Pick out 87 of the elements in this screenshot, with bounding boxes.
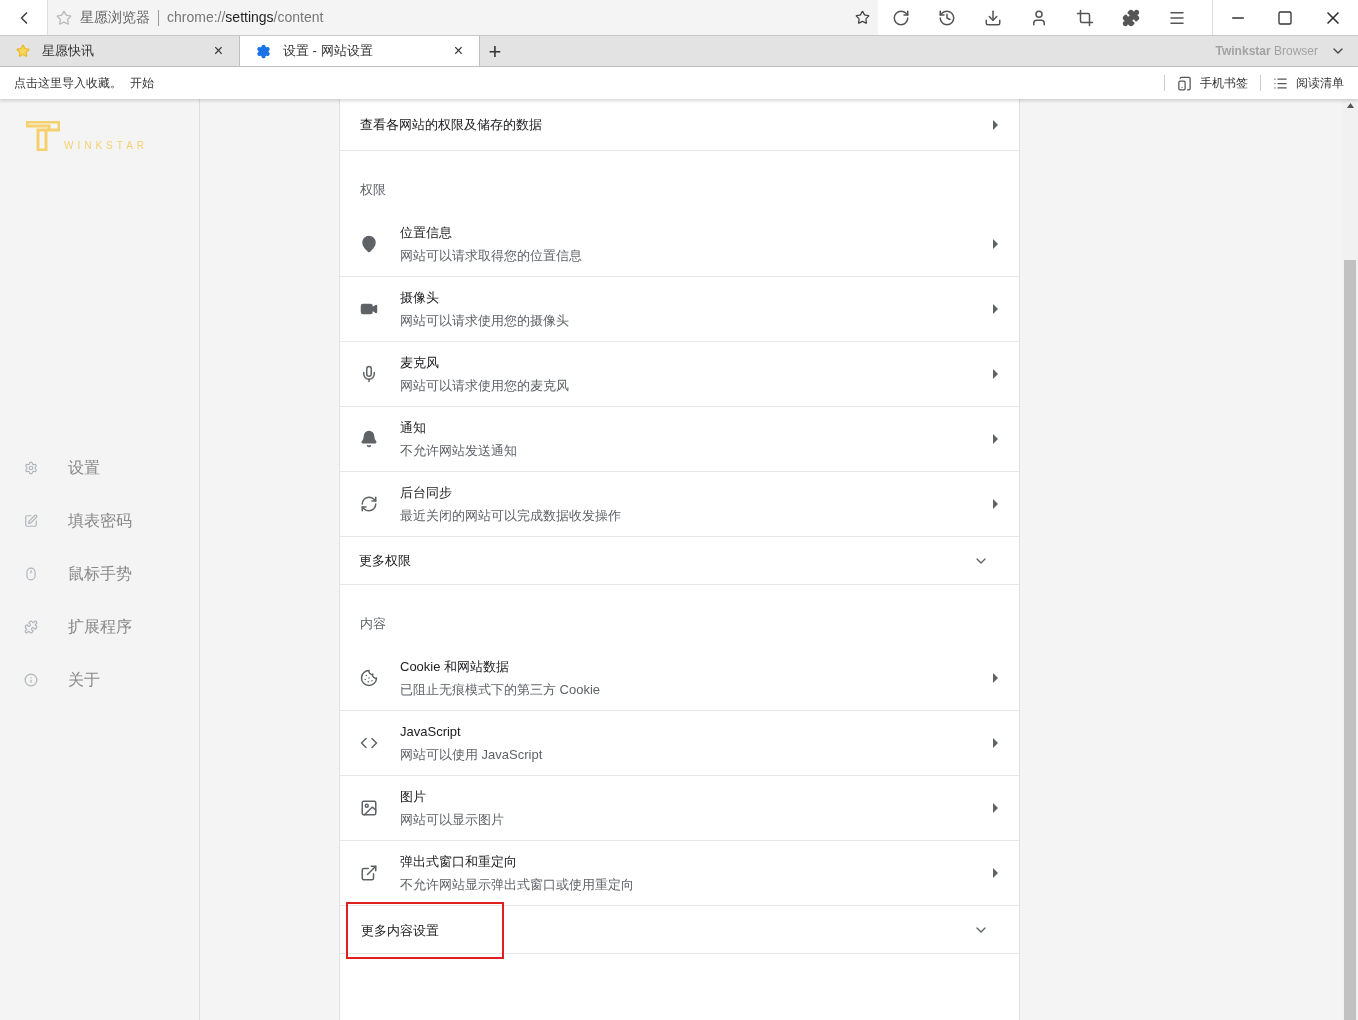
settings-row[interactable]: 图片 网站可以显示图片: [340, 776, 1019, 841]
cookie-icon: [360, 669, 378, 687]
history-icon[interactable]: [938, 8, 956, 27]
row-title: 位置信息: [400, 224, 453, 242]
puzzle-icon: [24, 619, 38, 634]
row-title: 通知: [400, 419, 427, 437]
info-icon: [24, 672, 38, 687]
settings-row[interactable]: 弹出式窗口和重定向 不允许网站显示弹出式窗口或使用重定向: [340, 841, 1019, 906]
row-title: 弹出式窗口和重定向: [400, 853, 518, 871]
row-title: 摄像头: [400, 289, 440, 307]
external-link-icon: [360, 864, 378, 882]
section-header: 内容: [360, 614, 386, 633]
triangle-right-icon: [993, 673, 999, 683]
browser-tab[interactable]: 设置 - 网站设置 ×: [240, 36, 480, 66]
row-title: 后台同步: [400, 484, 453, 502]
highlight-frame[interactable]: 更多内容设置: [346, 902, 504, 959]
import-hint: 点击这里导入收藏。: [14, 75, 122, 92]
star-icon: [16, 44, 30, 58]
settings-icon: [24, 460, 38, 475]
image-icon: [360, 799, 378, 817]
row-title: 麦克风: [400, 354, 440, 372]
mouse-icon: [24, 566, 38, 581]
location-pin-icon: [360, 235, 378, 253]
settings-row[interactable]: Cookie 和网站数据 已阻止无痕模式下的第三方 Cookie: [340, 646, 1019, 711]
triangle-right-icon: [993, 434, 999, 444]
tab-close[interactable]: ×: [453, 39, 463, 63]
tab-title: 星愿快讯: [42, 42, 95, 61]
row-title: 更多权限: [359, 551, 411, 570]
reading-list[interactable]: 阅读清单: [1296, 74, 1344, 92]
bookmark-star-icon[interactable]: [855, 10, 870, 25]
url-text: chrome://settings/content: [167, 8, 325, 27]
row-title: 查看各网站的权限及储存的数据: [360, 115, 542, 134]
triangle-right-icon: [993, 119, 999, 130]
sync-icon: [360, 495, 378, 513]
mobile-bookmarks[interactable]: 手机书签: [1200, 74, 1248, 92]
row-title: Cookie 和网站数据: [400, 658, 511, 676]
tab-close[interactable]: ×: [213, 39, 223, 63]
edit-icon: [24, 513, 38, 528]
settings-row[interactable]: JavaScript 网站可以使用 JavaScript: [340, 711, 1019, 776]
settings-row[interactable]: 摄像头 网站可以请求使用您的摄像头: [340, 277, 1019, 342]
settings-row[interactable]: 查看各网站的权限及储存的数据: [340, 99, 1019, 151]
triangle-right-icon: [993, 803, 999, 813]
puzzle-icon[interactable]: [1122, 8, 1140, 27]
scrollbar[interactable]: [1342, 99, 1358, 1020]
row-title: 图片: [400, 788, 427, 806]
row-subtitle: 网站可以请求取得您的位置信息: [400, 246, 583, 265]
user-icon[interactable]: [1030, 8, 1048, 27]
address-bar[interactable]: 星愿浏览器 chrome://settings/content: [48, 0, 878, 35]
section-header: 权限: [360, 180, 386, 199]
row-subtitle: 网站可以显示图片: [400, 810, 505, 829]
microphone-icon: [360, 365, 378, 383]
triangle-right-icon: [993, 239, 999, 249]
triangle-right-icon: [993, 499, 999, 509]
brand-text: Twinkstar Browser: [1215, 43, 1318, 60]
settings-row[interactable]: 后台同步 最近关闭的网站可以完成数据收发操作: [340, 472, 1019, 537]
reload-icon[interactable]: [892, 8, 910, 27]
triangle-right-icon: [993, 369, 999, 379]
scroll-up-arrow-icon[interactable]: [1346, 103, 1354, 108]
settings-row[interactable]: 麦克风 网站可以请求使用您的麦克风: [340, 342, 1019, 407]
list-icon[interactable]: [1273, 75, 1288, 91]
row-subtitle: 网站可以使用 JavaScript: [400, 745, 544, 764]
site-name: 星愿浏览器: [80, 8, 150, 27]
bell-icon: [360, 430, 378, 448]
row-subtitle: 网站可以请求使用您的麦克风: [400, 376, 570, 395]
row-title: JavaScript: [400, 723, 462, 741]
download-icon[interactable]: [984, 8, 1002, 27]
triangle-right-icon: [993, 304, 999, 314]
row-subtitle: 网站可以请求使用您的摄像头: [400, 311, 570, 330]
triangle-right-icon: [993, 868, 999, 878]
settings-row[interactable]: 通知 不允许网站发送通知: [340, 407, 1019, 472]
settings-row[interactable]: 位置信息 网站可以请求取得您的位置信息: [340, 212, 1019, 277]
row-subtitle: 不允许网站发送通知: [400, 441, 518, 460]
row-subtitle: 不允许网站显示弹出式窗口或使用重定向: [400, 875, 635, 894]
crop-icon[interactable]: [1076, 8, 1094, 27]
triangle-right-icon: [993, 738, 999, 748]
settings-icon: [256, 43, 271, 59]
maximize-icon[interactable]: [1277, 9, 1293, 26]
start-link[interactable]: 开始: [130, 74, 154, 92]
row-subtitle: 最近关闭的网站可以完成数据收发操作: [400, 506, 622, 525]
row-title: 更多内容设置: [361, 921, 439, 940]
tablet-icon[interactable]: [1177, 75, 1192, 91]
row-subtitle: 已阻止无痕模式下的第三方 Cookie: [400, 680, 602, 699]
star-face-icon: [56, 9, 72, 26]
logo-icon: [26, 121, 60, 151]
logo-text: WINKSTAR: [64, 139, 149, 153]
tab-title: 设置 - 网站设置: [283, 42, 374, 61]
new-tab-button[interactable]: +: [480, 36, 510, 66]
